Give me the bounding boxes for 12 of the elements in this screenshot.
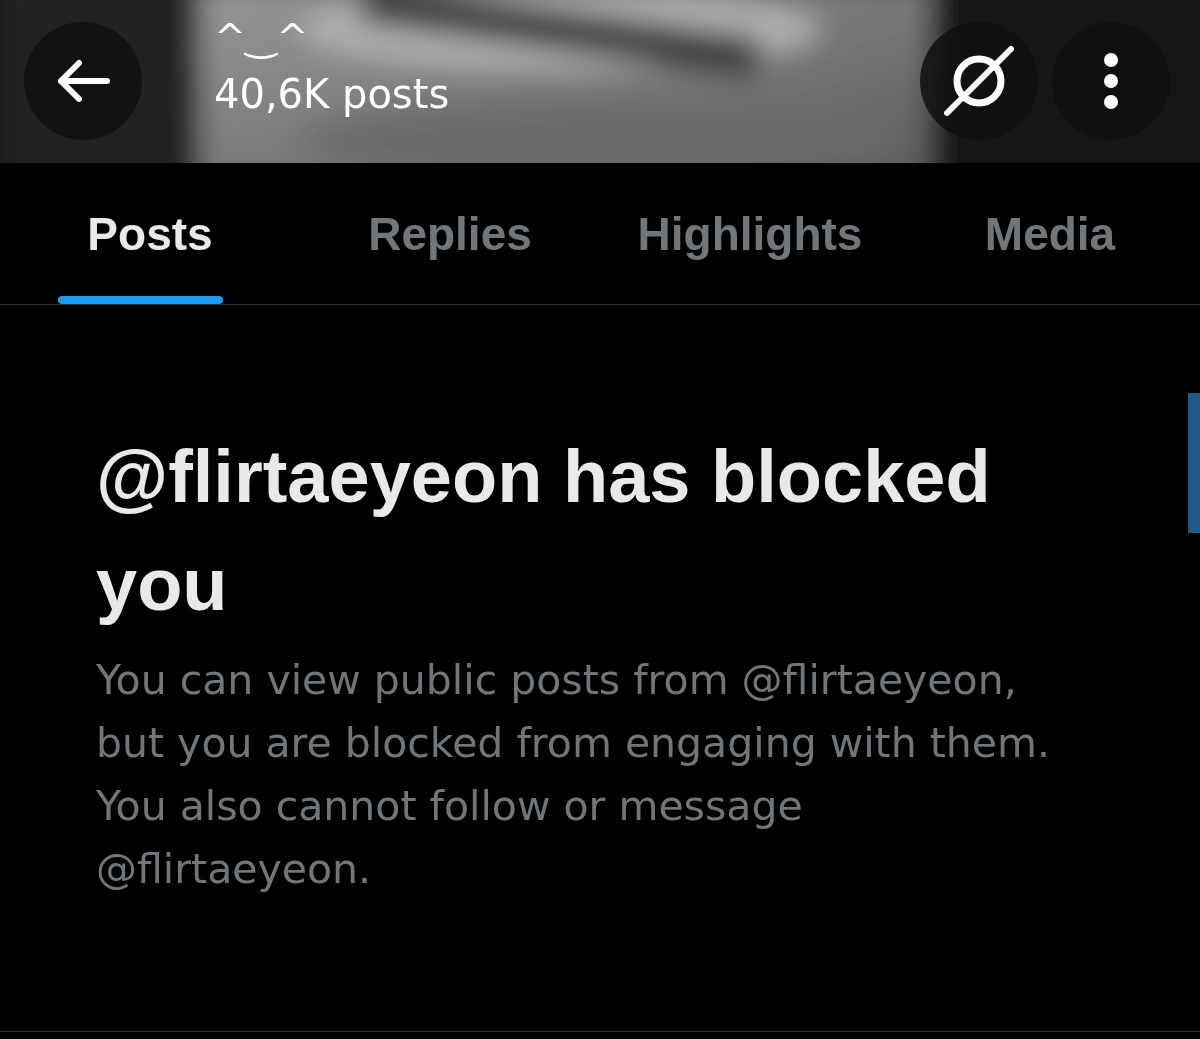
notice-title: @flirtaeyeon has blocked you (96, 434, 992, 628)
tab[interactable]: Posts (0, 163, 300, 304)
tab[interactable]: Replies (300, 163, 600, 304)
slashed-circle-icon (943, 45, 1015, 117)
notice-text: You can view public posts from @flirtaeyeon, but you are blocked from engaging with them. You also cannot follow or message @flirtaeyeon. (96, 655, 1051, 895)
tab[interactable]: Highlights (600, 163, 900, 304)
profile-name: ^‿^ (214, 17, 310, 57)
tab[interactable]: Media (900, 163, 1200, 304)
scrollbar[interactable] (1188, 393, 1200, 533)
post-count: 40,6K posts (214, 70, 451, 119)
back-arrow-icon (55, 59, 111, 103)
more-icon (1103, 53, 1119, 109)
